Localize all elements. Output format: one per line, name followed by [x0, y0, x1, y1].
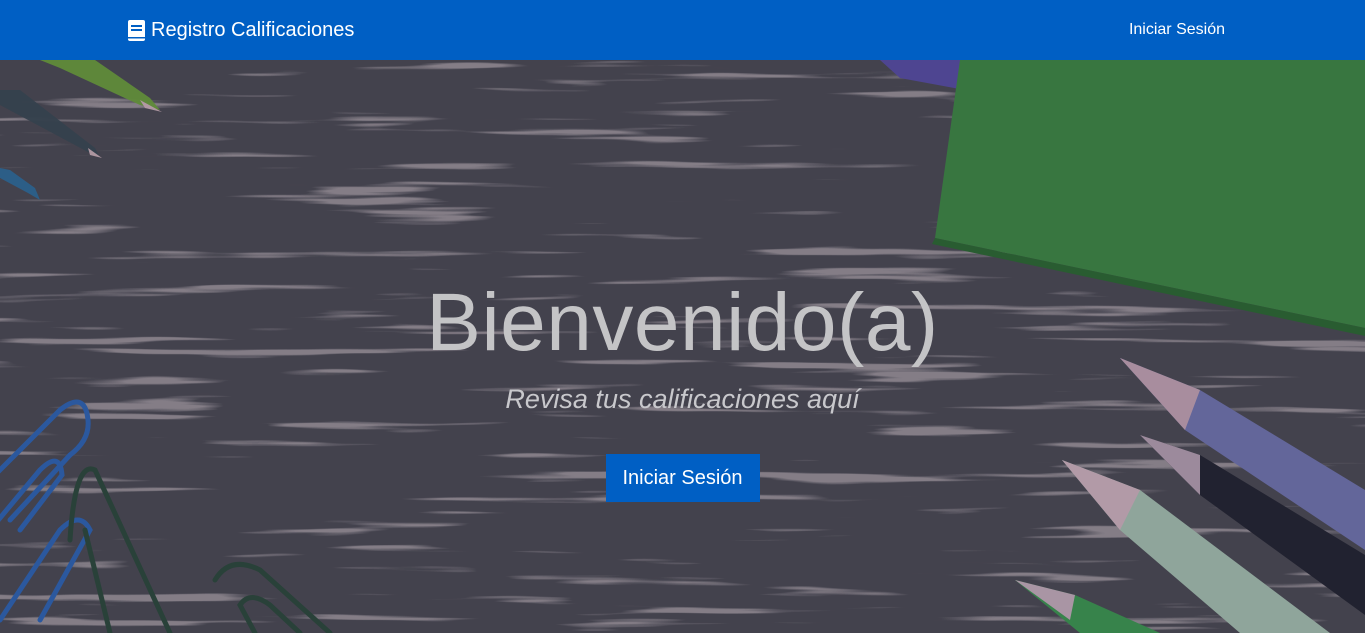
hero-content: Bienvenido(a) Revisa tus calificaciones … — [0, 60, 1365, 633]
brand-link[interactable]: Registro Calificaciones — [128, 19, 354, 42]
navbar: Registro Calificaciones Iniciar Sesión — [0, 0, 1365, 60]
nav-login-link[interactable]: Iniciar Sesión — [1129, 21, 1225, 39]
book-icon — [128, 19, 145, 41]
hero-subtitle: Revisa tus calificaciones aquí — [505, 384, 860, 414]
login-button[interactable]: Iniciar Sesión — [605, 454, 760, 502]
brand-label: Registro Calificaciones — [151, 18, 355, 41]
hero-section: Bienvenido(a) Revisa tus calificaciones … — [0, 60, 1365, 633]
hero-title: Bienvenido(a) — [426, 277, 939, 368]
